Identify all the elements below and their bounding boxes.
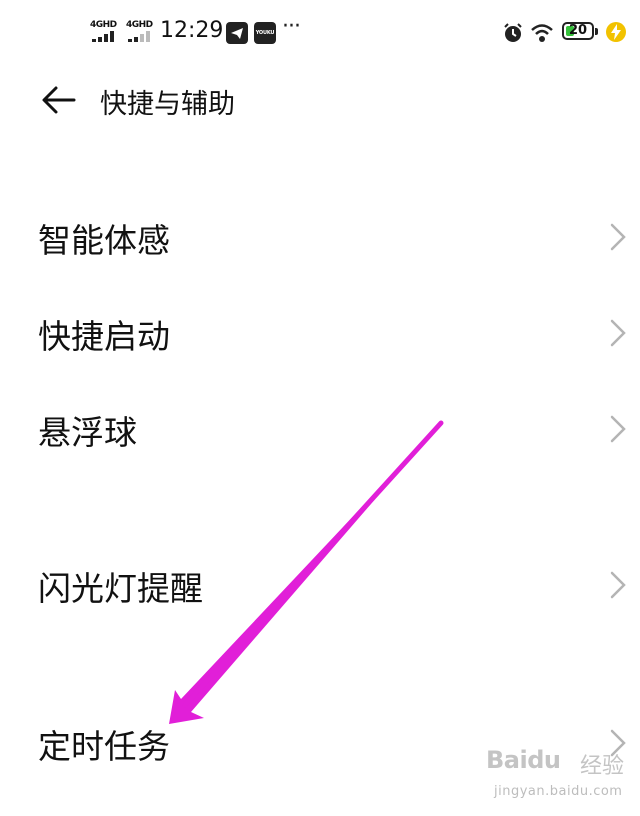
alarm-icon	[502, 22, 524, 44]
status-bar: 4GHD 4GHD 12:29 YOUKU ··· 20	[0, 0, 640, 64]
chevron-right-icon	[610, 319, 626, 347]
more-notifications-icon: ···	[282, 14, 301, 39]
watermark-cn: 经验	[580, 754, 625, 779]
chevron-right-icon	[610, 415, 626, 443]
status-time: 12:29	[160, 18, 224, 43]
menu-item-label: 快捷启动	[38, 317, 170, 356]
wifi-icon	[530, 22, 554, 44]
signal-label: 4GHD	[90, 20, 117, 30]
menu-item-smart-motion[interactable]: 智能体感	[0, 196, 640, 276]
back-button[interactable]	[40, 80, 80, 120]
menu-item-label: 定时任务	[38, 727, 170, 766]
signal-icon: 4GHD	[90, 20, 120, 44]
telegram-icon	[226, 22, 248, 44]
watermark-url: jingyan.baidu.com	[494, 784, 623, 799]
signal-label: 4GHD	[126, 20, 153, 30]
menu-item-label: 智能体感	[38, 221, 170, 260]
menu-item-flash-alert[interactable]: 闪光灯提醒	[0, 544, 640, 624]
charging-icon	[604, 20, 628, 44]
menu-item-quick-launch[interactable]: 快捷启动	[0, 292, 640, 372]
baidu-watermark: Baidu 经验 jingyan.baidu.com	[486, 740, 626, 806]
menu-item-floating-ball[interactable]: 悬浮球	[0, 388, 640, 468]
page-header: 快捷与辅助	[0, 66, 640, 132]
page-title: 快捷与辅助	[100, 89, 235, 120]
youku-icon: YOUKU	[254, 22, 276, 44]
menu-item-label: 悬浮球	[38, 413, 137, 452]
menu-item-label: 闪光灯提醒	[38, 569, 203, 608]
chevron-right-icon	[610, 223, 626, 251]
battery-icon: 20	[562, 22, 598, 42]
watermark-brand: Baidu	[486, 746, 561, 774]
battery-level: 20	[568, 23, 588, 38]
chevron-right-icon	[610, 571, 626, 599]
back-arrow-icon	[42, 86, 76, 114]
signal-icon: 4GHD	[126, 20, 156, 44]
